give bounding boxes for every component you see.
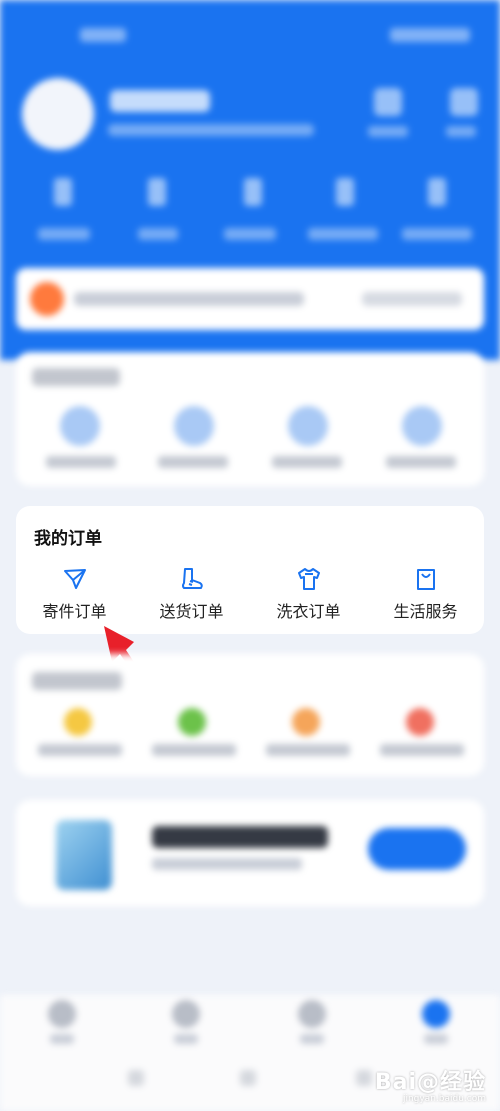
send-orders-label: 寄件订单: [42, 602, 107, 621]
product-image: [56, 820, 112, 890]
service-label: [46, 456, 116, 468]
product-subtitle: [152, 858, 302, 870]
service-label: [158, 456, 228, 468]
header-settings-icon[interactable]: [450, 88, 478, 116]
system-home-button[interactable]: [240, 1070, 256, 1086]
product-buy-button[interactable]: [368, 828, 466, 870]
stat-label: [308, 228, 378, 240]
nav-profile-icon[interactable]: [422, 1000, 450, 1028]
nav-label: [174, 1034, 198, 1044]
delivery-orders-label: 送货订单: [159, 602, 224, 621]
tool-label: [380, 744, 464, 756]
stat-value[interactable]: [54, 178, 72, 206]
paper-plane-icon: [63, 569, 86, 589]
nav-icon[interactable]: [298, 1000, 326, 1028]
tool-label: [266, 744, 350, 756]
service-icon[interactable]: [402, 406, 442, 446]
notice-icon: [30, 282, 64, 316]
watermark-url: jingyan.baidu.com: [402, 1094, 486, 1104]
nav-label: [50, 1034, 74, 1044]
notice-banner[interactable]: [16, 268, 484, 330]
tools-card: [16, 654, 484, 776]
delivery-orders-button[interactable]: 送货订单: [133, 562, 250, 626]
stat-label: [224, 228, 276, 240]
service-icon[interactable]: [60, 406, 100, 446]
notice-text: [74, 292, 304, 306]
life-services-label: 生活服务: [393, 602, 458, 621]
user-name: [110, 90, 210, 112]
laundry-orders-label: 洗衣订单: [276, 602, 341, 621]
header-action-label: [368, 126, 408, 137]
tool-icon[interactable]: [406, 708, 434, 736]
notice-action[interactable]: [362, 292, 462, 306]
avatar[interactable]: [22, 78, 94, 150]
tshirt-icon: [297, 568, 320, 590]
tool-label: [152, 744, 236, 756]
nav-label: [424, 1034, 448, 1044]
status-bar-left: [80, 28, 126, 42]
stat-label: [138, 228, 178, 240]
header-action-icon[interactable]: [374, 88, 402, 116]
stat-value[interactable]: [428, 178, 446, 206]
stat-label: [402, 228, 472, 240]
watermark: Bai@经验 jingyan.baidu.com: [375, 1064, 486, 1104]
stat-value[interactable]: [336, 178, 354, 206]
shopping-bag-icon: [416, 569, 435, 590]
tool-icon[interactable]: [292, 708, 320, 736]
stat-value[interactable]: [148, 178, 166, 206]
my-orders-title: 我的订单: [34, 529, 102, 549]
card-title: [32, 368, 120, 386]
tool-icon[interactable]: [178, 708, 206, 736]
nav-home-icon[interactable]: [48, 1000, 76, 1028]
life-services-button[interactable]: 生活服务: [367, 562, 484, 626]
stat-label: [38, 228, 90, 240]
laundry-orders-button[interactable]: 洗衣订单: [250, 562, 367, 626]
service-icon[interactable]: [174, 406, 214, 446]
header-settings-label: [446, 126, 476, 137]
my-orders-card: 我的订单 寄件订单 送货订单 洗衣订单 生活服务: [16, 506, 484, 634]
user-subtitle: [108, 124, 314, 136]
status-bar-right: [390, 28, 470, 42]
service-label: [272, 456, 342, 468]
send-orders-button[interactable]: 寄件订单: [16, 562, 133, 626]
service-icon[interactable]: [288, 406, 328, 446]
watermark-text: Bai@经验: [374, 1070, 486, 1095]
nav-label: [300, 1034, 324, 1044]
stat-value[interactable]: [244, 178, 262, 206]
system-back-button[interactable]: [356, 1070, 372, 1086]
nav-icon[interactable]: [172, 1000, 200, 1028]
services-card: [16, 352, 484, 486]
tool-label: [38, 744, 122, 756]
tool-icon[interactable]: [64, 708, 92, 736]
product-name: [152, 826, 328, 848]
card-title: [32, 672, 122, 690]
system-menu-button[interactable]: [128, 1070, 144, 1086]
service-label: [386, 456, 456, 468]
boot-icon: [181, 568, 203, 589]
